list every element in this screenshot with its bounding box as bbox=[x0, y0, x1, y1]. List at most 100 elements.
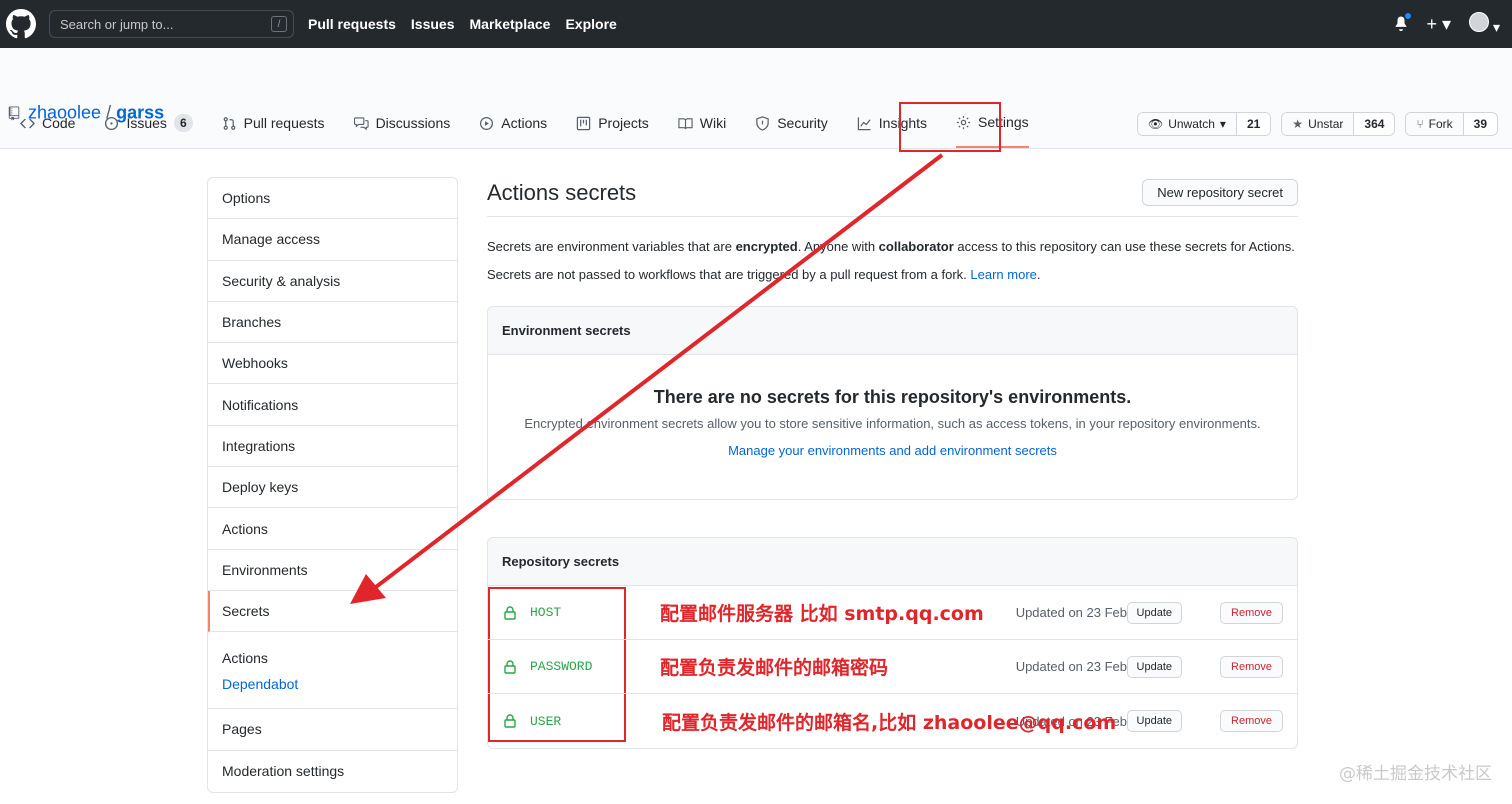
watermark: @稀土掘金技术社区 bbox=[1339, 764, 1492, 784]
sidebar-item-branches[interactable]: Branches bbox=[208, 302, 457, 344]
tab-security-label: Security bbox=[777, 115, 828, 131]
project-icon bbox=[576, 116, 591, 130]
tab-actions-label: Actions bbox=[501, 115, 548, 131]
annotation-note: 配置邮件服务器 比如 smtp.qq.com bbox=[660, 603, 984, 625]
tab-code-label: Code bbox=[42, 115, 76, 131]
shield-icon bbox=[756, 115, 769, 131]
annotation-note: 配置负责发邮件的邮箱名,比如 zhaoolee@qq.com bbox=[662, 711, 1117, 734]
nav-issues[interactable]: Issues bbox=[411, 16, 455, 32]
issues-counter: 6 bbox=[173, 114, 193, 132]
sidebar-item-pages[interactable]: Pages bbox=[208, 709, 457, 751]
tab-issues[interactable]: Issues 6 bbox=[104, 98, 193, 148]
remove-secret-button[interactable]: Remove bbox=[1220, 601, 1283, 624]
unstar-label: Unstar bbox=[1308, 117, 1344, 131]
tab-code[interactable]: Code bbox=[20, 98, 75, 148]
tab-discussions[interactable]: Discussions bbox=[353, 98, 450, 148]
star-icon: ★ bbox=[1292, 117, 1304, 131]
fork-button-group: ⑂ Fork 39 bbox=[1405, 112, 1498, 136]
settings-sidebar: Options Manage access Security & analysi… bbox=[207, 177, 458, 793]
secret-name: USER bbox=[530, 713, 562, 729]
create-new-plus-icon[interactable]: + ▾ bbox=[1427, 14, 1452, 35]
unwatch-button[interactable]: 👁 Unwatch ▾ bbox=[1137, 113, 1236, 135]
code-icon bbox=[20, 118, 35, 128]
secret-row-host: HOST 配置邮件服务器 比如 smtp.qq.com Updated on 2… bbox=[488, 586, 1297, 640]
fork-label: Fork bbox=[1428, 117, 1453, 131]
environment-secrets-box: Environment secrets There are no secrets… bbox=[487, 306, 1298, 500]
tab-pull-requests-label: Pull requests bbox=[243, 115, 325, 131]
tab-pull-requests[interactable]: Pull requests bbox=[222, 98, 325, 148]
secret-updated: Updated on 23 Feb bbox=[1015, 659, 1127, 674]
tab-security[interactable]: Security bbox=[755, 98, 828, 148]
description-line-1: Secrets are environment variables that a… bbox=[487, 233, 1298, 261]
sidebar-subitem-actions[interactable]: Actions bbox=[222, 650, 443, 666]
sidebar-subitem-dependabot[interactable]: Dependabot bbox=[222, 676, 443, 692]
sidebar-item-moderation-settings[interactable]: Moderation settings bbox=[208, 751, 457, 792]
secret-row-password: PASSWORD 配置负责发邮件的邮箱密码 Updated on 23 Feb … bbox=[488, 640, 1297, 694]
sidebar-item-manage-access[interactable]: Manage access bbox=[208, 219, 457, 261]
sidebar-secrets-group: Actions Dependabot bbox=[208, 632, 457, 710]
sidebar-item-deploy-keys[interactable]: Deploy keys bbox=[208, 467, 457, 509]
avatar bbox=[1469, 12, 1490, 32]
remove-secret-button[interactable]: Remove bbox=[1220, 655, 1283, 678]
sidebar-item-notifications[interactable]: Notifications bbox=[208, 384, 457, 426]
watch-count[interactable]: 21 bbox=[1235, 113, 1271, 135]
tab-wiki-label: Wiki bbox=[699, 115, 727, 131]
desc1-a: Secrets are environment variables that a… bbox=[487, 239, 736, 254]
tab-projects[interactable]: Projects bbox=[576, 98, 649, 148]
watch-button-group: 👁 Unwatch ▾ 21 bbox=[1136, 112, 1272, 136]
comment-discussion-icon bbox=[353, 116, 369, 130]
sidebar-item-secrets[interactable]: Secrets bbox=[208, 590, 457, 633]
nav-explore[interactable]: Explore bbox=[565, 16, 616, 32]
search-input[interactable]: Search or jump to... / bbox=[49, 10, 294, 38]
secrets-description: Secrets are environment variables that a… bbox=[487, 233, 1298, 289]
update-secret-button[interactable]: Update bbox=[1126, 710, 1182, 732]
repo-actions: 👁 Unwatch ▾ 21 ★ Unstar 364 ⑂ Fork 39 bbox=[1136, 112, 1498, 136]
search-placeholder: Search or jump to... bbox=[60, 16, 174, 32]
sidebar-item-security-analysis[interactable]: Security & analysis bbox=[208, 261, 457, 302]
desc1-e: access to this repository can use these … bbox=[953, 239, 1295, 254]
settings-annotation-box bbox=[899, 102, 1001, 152]
sidebar-item-integrations[interactable]: Integrations bbox=[208, 426, 457, 468]
unstar-button[interactable]: ★ Unstar bbox=[1282, 113, 1354, 135]
update-secret-button[interactable]: Update bbox=[1126, 601, 1182, 624]
nav-pull-requests[interactable]: Pull requests bbox=[308, 16, 396, 32]
play-icon bbox=[480, 116, 494, 130]
sidebar-item-webhooks[interactable]: Webhooks bbox=[208, 343, 457, 385]
sidebar-item-actions[interactable]: Actions bbox=[208, 508, 457, 550]
remove-secret-button[interactable]: Remove bbox=[1220, 710, 1283, 732]
sidebar-item-environments[interactable]: Environments bbox=[208, 550, 457, 591]
tab-projects-label: Projects bbox=[598, 115, 649, 131]
graph-icon bbox=[857, 116, 871, 130]
github-logo-icon[interactable] bbox=[6, 9, 36, 39]
tab-issues-label: Issues bbox=[126, 115, 167, 131]
new-repository-secret-button[interactable]: New repository secret bbox=[1142, 179, 1298, 206]
fork-button[interactable]: ⑂ Fork bbox=[1406, 113, 1463, 135]
update-secret-button[interactable]: Update bbox=[1126, 655, 1182, 678]
star-count[interactable]: 364 bbox=[1353, 113, 1395, 135]
unwatch-label: Unwatch bbox=[1168, 117, 1215, 131]
search-shortcut-hint: / bbox=[271, 16, 287, 32]
fork-count[interactable]: 39 bbox=[1462, 113, 1497, 135]
nav-marketplace[interactable]: Marketplace bbox=[470, 16, 551, 32]
caret-down-icon: ▾ bbox=[1219, 117, 1226, 131]
global-nav: Pull requests Issues Marketplace Explore bbox=[308, 16, 632, 32]
manage-environments-link[interactable]: Manage your environments and add environ… bbox=[488, 443, 1297, 458]
secret-name: PASSWORD bbox=[530, 659, 593, 674]
page-header: Actions secrets New repository secret bbox=[487, 177, 1298, 217]
desc1-b: encrypted bbox=[735, 239, 798, 254]
environment-secrets-blankslate: There are no secrets for this repository… bbox=[488, 355, 1297, 499]
learn-more-link[interactable]: Learn more bbox=[970, 267, 1036, 282]
header-right: + ▾ ▾ bbox=[1393, 11, 1500, 36]
desc2-a: Secrets are not passed to workflows that… bbox=[487, 267, 971, 282]
sidebar-item-options[interactable]: Options bbox=[208, 178, 457, 220]
repository-secrets-box: Repository secrets HOST 配置邮件服务器 比如 smtp.… bbox=[487, 537, 1298, 749]
user-avatar-menu[interactable]: ▾ bbox=[1469, 12, 1500, 36]
description-line-2: Secrets are not passed to workflows that… bbox=[487, 261, 1298, 289]
repo-header: zhaoolee / garss 👁 Unwatch ▾ 21 ★ Unstar… bbox=[0, 48, 1512, 149]
notifications-bell-icon[interactable] bbox=[1393, 11, 1412, 34]
notification-dot bbox=[1403, 11, 1412, 20]
fork-icon: ⑂ bbox=[1416, 117, 1424, 131]
tab-actions[interactable]: Actions bbox=[479, 98, 547, 148]
tab-wiki[interactable]: Wiki bbox=[678, 98, 726, 148]
desc2-end: . bbox=[1036, 267, 1041, 282]
